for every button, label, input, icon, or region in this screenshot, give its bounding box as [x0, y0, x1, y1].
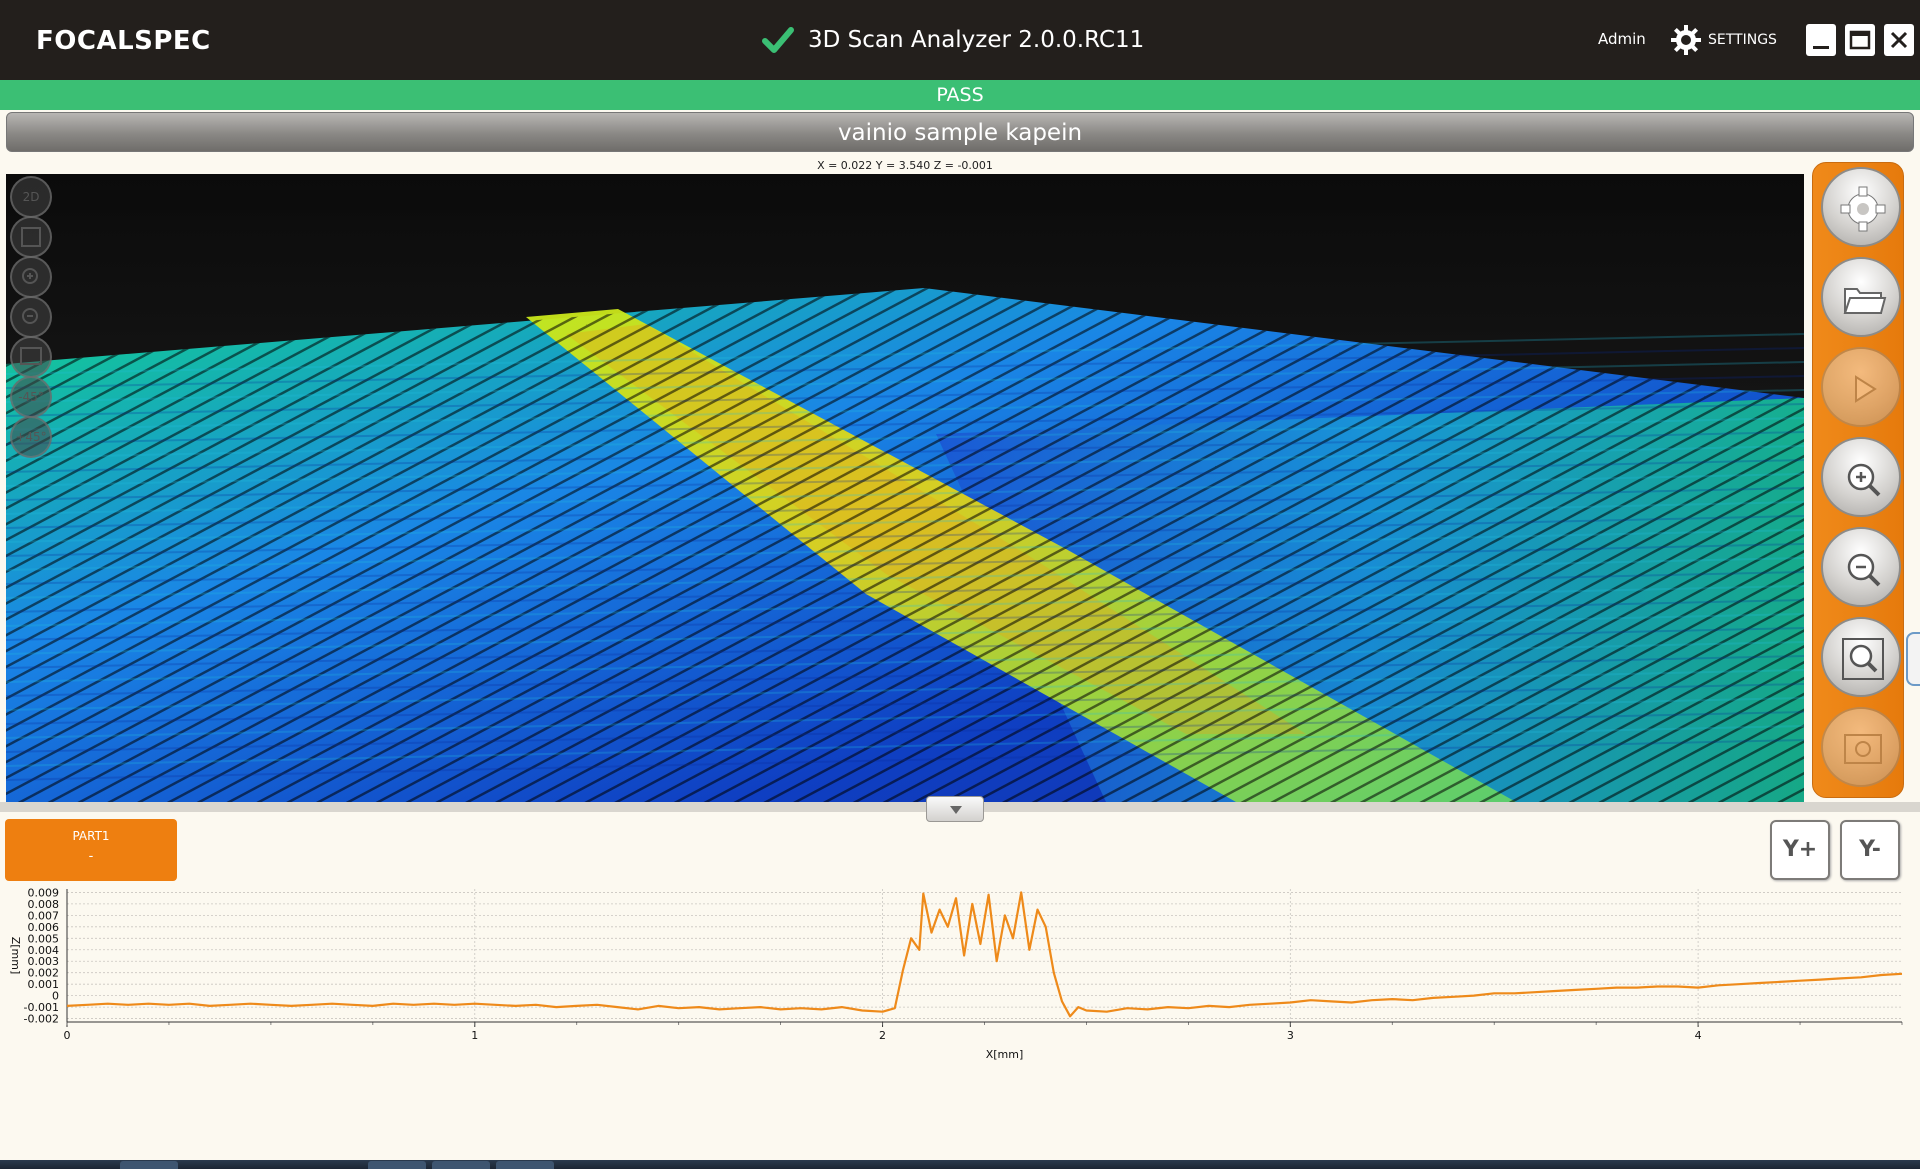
x-tick-label: 1 — [471, 1029, 478, 1042]
app-window: FOCALSPEC 3D Scan Analyzer 2.0.0.RC11 Ad… — [0, 0, 1920, 1169]
play-icon — [1855, 375, 1877, 403]
taskbar-item[interactable] — [368, 1161, 426, 1169]
maximize-button[interactable] — [1845, 24, 1875, 56]
point-cloud-scene[interactable] — [6, 174, 1804, 802]
camera-icon — [1844, 734, 1882, 764]
settings-label: SETTINGS — [1708, 32, 1777, 48]
user-name[interactable]: Admin — [1598, 30, 1646, 48]
app-title: 3D Scan Analyzer 2.0.0.RC11 — [808, 27, 1145, 53]
x-tick-label: 0 — [64, 1029, 71, 1042]
magnifier-icon — [1842, 638, 1884, 680]
viewport-zoom-in-button[interactable] — [10, 256, 52, 298]
scan-name-bar: vainio sample kapein — [6, 112, 1914, 152]
part-name: PART1 — [72, 829, 110, 843]
gear-icon — [1671, 25, 1701, 55]
zoom-in-button[interactable] — [1821, 437, 1901, 517]
right-toolbar — [1812, 162, 1904, 798]
maximize-icon — [1849, 30, 1871, 50]
part-panel[interactable]: PART1 - — [5, 819, 177, 881]
zoom-fit-button[interactable] — [1821, 617, 1901, 697]
play-button[interactable] — [1821, 347, 1901, 427]
y-axis-label: Z[mm] — [9, 937, 22, 975]
collapse-panel-button[interactable] — [926, 796, 984, 822]
snapshot-button[interactable] — [1821, 707, 1901, 787]
part-value: - — [88, 849, 94, 864]
side-panel-tab[interactable] — [1906, 632, 1920, 686]
rotate-plus-45-button[interactable]: +45° — [10, 416, 52, 458]
rotate-minus-45-button[interactable]: -45° — [10, 376, 52, 418]
y-plus-button[interactable]: Y+ — [1770, 820, 1830, 880]
x-tick-label: 2 — [879, 1029, 886, 1042]
taskbar — [0, 1160, 1920, 1169]
fit-view-button[interactable] — [10, 216, 52, 258]
y-minus-button[interactable]: Y- — [1840, 820, 1900, 880]
x-tick-label: 3 — [1287, 1029, 1294, 1042]
zoom-out-icon — [22, 308, 38, 324]
title-bar: FOCALSPEC 3D Scan Analyzer 2.0.0.RC11 Ad… — [0, 0, 1920, 80]
close-icon — [1890, 31, 1908, 49]
2d-view-button[interactable]: 2D — [10, 176, 52, 218]
viewport-zoom-out-button[interactable] — [10, 296, 52, 338]
folder-icon — [1843, 288, 1887, 314]
viewport-zoom-box-button[interactable] — [10, 336, 52, 378]
pass-status-bar: PASS — [0, 80, 1920, 110]
profile-line — [66, 891, 1903, 1018]
y-tick-label: -0.002 — [24, 1013, 59, 1026]
close-button[interactable] — [1884, 24, 1914, 56]
zoom-in-icon — [1847, 463, 1881, 497]
zoom-out-button[interactable] — [1821, 527, 1901, 607]
taskbar-item[interactable] — [496, 1161, 554, 1169]
chevron-down-icon — [950, 806, 962, 814]
x-tick-label: 4 — [1695, 1029, 1702, 1042]
title-group: 3D Scan Analyzer 2.0.0.RC11 — [760, 22, 1144, 58]
taskbar-item[interactable] — [432, 1161, 490, 1169]
open-folder-button[interactable] — [1821, 257, 1901, 337]
fit-view-icon — [21, 227, 41, 247]
cursor-coordinates: X = 0.022 Y = 3.540 Z = -0.001 — [817, 159, 993, 172]
taskbar-item[interactable] — [120, 1161, 178, 1169]
zoom-out-icon — [1847, 553, 1881, 587]
zoom-in-icon — [22, 268, 38, 284]
settings-menu[interactable]: SETTINGS — [1670, 22, 1777, 58]
zoom-box-icon — [20, 347, 42, 365]
x-axis-label: X[mm] — [986, 1048, 1024, 1061]
minimize-icon — [1813, 46, 1829, 49]
brand-logo: FOCALSPEC — [36, 26, 211, 56]
settings-button[interactable] — [1821, 167, 1901, 247]
3d-viewport[interactable]: 2D -45° +45° — [6, 174, 1804, 802]
minimize-button[interactable] — [1806, 24, 1836, 56]
gear-icon — [1840, 186, 1886, 232]
profile-chart[interactable]: 0.0090.0080.0070.0060.0050.0040.0030.002… — [0, 876, 1920, 1146]
check-icon — [762, 27, 794, 53]
